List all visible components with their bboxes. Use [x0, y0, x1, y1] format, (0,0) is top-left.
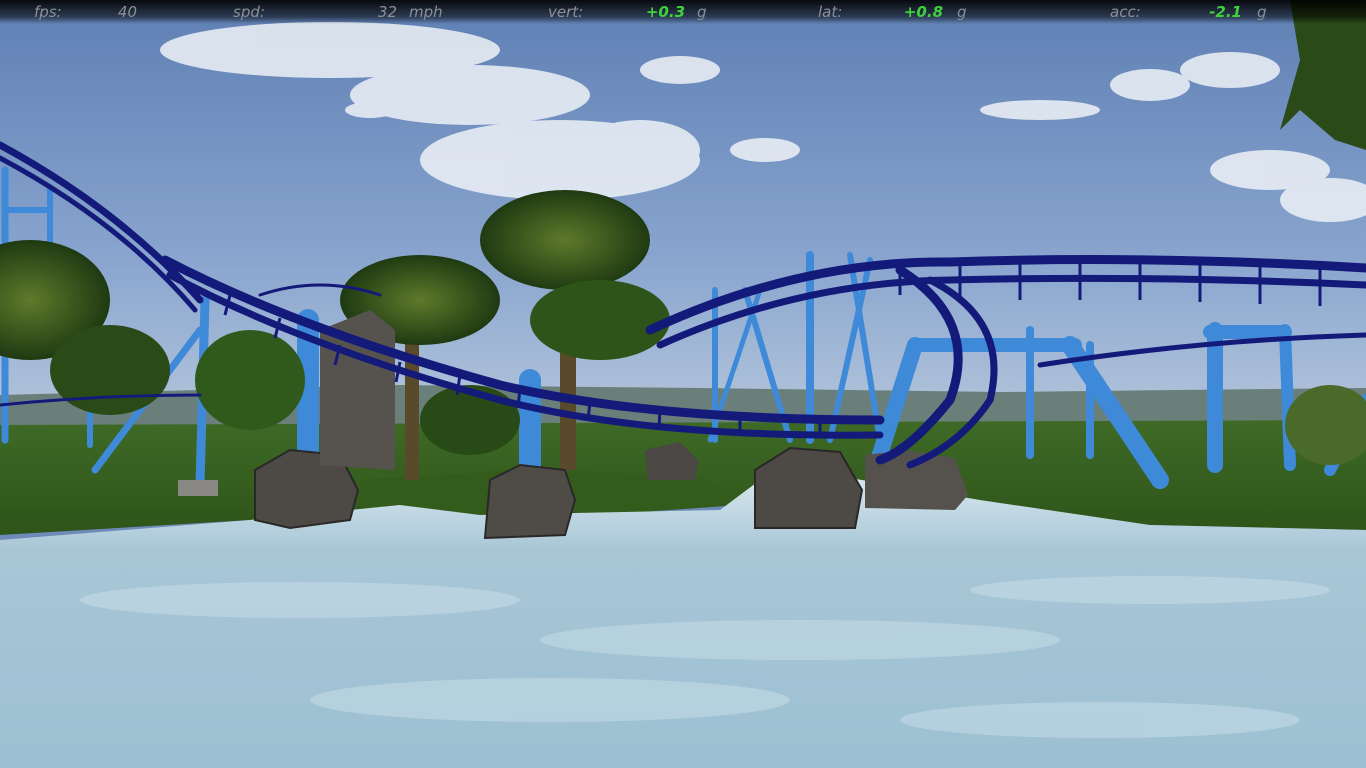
fps-value: 40: [117, 3, 137, 21]
vertical-g-label: vert:: [548, 3, 584, 21]
speed-unit: mph: [409, 3, 443, 21]
acceleration-unit: g: [1257, 3, 1267, 21]
vertical-g-value: +0.3: [645, 3, 685, 21]
speed-value: 32: [377, 3, 397, 21]
lateral-g-label: lat:: [818, 3, 843, 21]
lateral-g-unit: g: [957, 3, 967, 21]
vertical-g-unit: g: [697, 3, 707, 21]
acceleration-label: acc:: [1110, 3, 1141, 21]
telemetry-hud: fps: 40 spd: 32 mph vert: +0.3 g lat: +0…: [0, 0, 1366, 24]
coaster-scene: [0, 0, 1366, 768]
game-viewport[interactable]: fps: 40 spd: 32 mph vert: +0.3 g lat: +0…: [0, 0, 1366, 768]
lateral-g-value: +0.8: [903, 3, 943, 21]
speed-label: spd:: [233, 3, 265, 21]
acceleration-value: -2.1: [1209, 3, 1242, 21]
fps-label: fps:: [34, 3, 62, 21]
